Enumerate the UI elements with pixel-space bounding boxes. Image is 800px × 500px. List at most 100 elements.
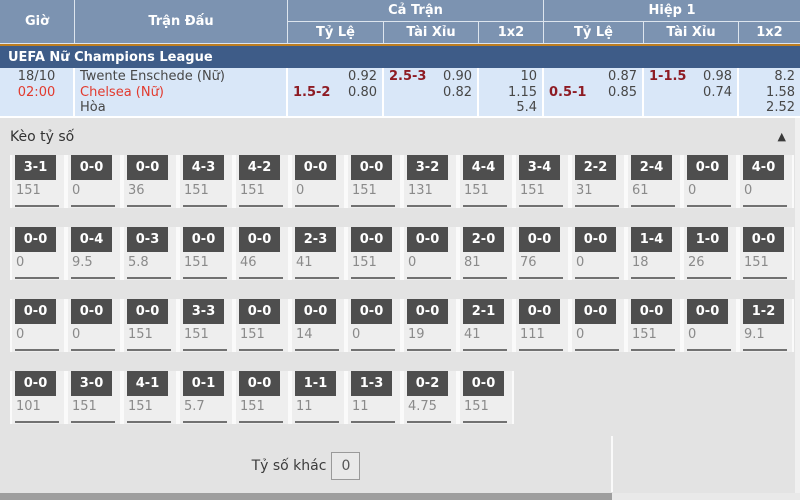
score-cell[interactable]: 4-1151	[122, 371, 178, 424]
full-handicap-home-odds[interactable]: 0.92	[348, 69, 377, 85]
score-cell[interactable]: 0-0151	[234, 371, 290, 424]
score-odds: 81	[460, 252, 512, 270]
score-cell[interactable]: 0-00	[10, 227, 66, 280]
score-cell[interactable]: 0-0151	[738, 227, 794, 280]
score-grid-row: 3-11510-000-0364-31514-21510-000-01513-2…	[10, 155, 800, 208]
score-cell[interactable]: 0-014	[290, 299, 346, 352]
score-cell[interactable]: 0-00	[290, 155, 346, 208]
full-handicap-away-odds[interactable]: 0.80	[348, 85, 377, 101]
score-odds: 76	[516, 252, 568, 270]
score-odds: 131	[404, 180, 456, 198]
score-odds: 0	[68, 324, 120, 342]
full-1x2-away[interactable]: 1.15	[484, 85, 537, 101]
score-odds: 0	[68, 180, 120, 198]
score-label: 0-0	[295, 299, 336, 324]
horizontal-scrollbar-thumb[interactable]	[0, 493, 612, 500]
score-label: 0-0	[743, 227, 784, 252]
score-underline	[71, 277, 115, 279]
score-cell[interactable]: 0-0151	[178, 227, 234, 280]
other-score-input[interactable]: 0	[331, 452, 360, 480]
full-1x2-draw[interactable]: 5.4	[484, 100, 537, 116]
score-cell[interactable]: 0-0151	[626, 299, 682, 352]
away-team[interactable]: Chelsea (Nữ)	[80, 85, 281, 101]
score-cell[interactable]: 0-0151	[458, 371, 514, 424]
score-cell[interactable]: 1-111	[290, 371, 346, 424]
match-row: 18/10 02:00 Twente Enschede (Nữ) Chelsea…	[0, 68, 800, 116]
score-cell[interactable]: 1-418	[626, 227, 682, 280]
full-under-odds[interactable]: 0.82	[443, 85, 472, 101]
half-handicap-home-odds[interactable]: 0.87	[608, 69, 637, 85]
score-cell[interactable]: 2-141	[458, 299, 514, 352]
score-cell[interactable]: 3-4151	[514, 155, 570, 208]
score-underline	[575, 277, 619, 279]
full-over-odds[interactable]: 0.90	[443, 69, 472, 85]
score-cell[interactable]: 1-311	[346, 371, 402, 424]
half-over-odds[interactable]: 0.98	[703, 69, 732, 85]
score-cell[interactable]: 0-15.7	[178, 371, 234, 424]
score-odds: 151	[180, 252, 232, 270]
score-cell[interactable]: 0-00	[682, 299, 738, 352]
score-underline	[463, 421, 507, 423]
half-1x2-cell: 8.2 1.58 2.52	[739, 68, 800, 116]
full-1x2-home[interactable]: 10	[484, 69, 537, 85]
score-underline	[631, 349, 675, 351]
score-cell[interactable]: 4-2151	[234, 155, 290, 208]
score-cell[interactable]: 0-0151	[346, 155, 402, 208]
score-odds: 9.5	[68, 252, 120, 270]
score-cell[interactable]: 0-076	[514, 227, 570, 280]
score-cell[interactable]: 0-00	[570, 227, 626, 280]
score-underline	[407, 205, 451, 207]
score-cell[interactable]: 0-0101	[10, 371, 66, 424]
score-cell[interactable]: 0-00	[570, 299, 626, 352]
home-team[interactable]: Twente Enschede (Nữ)	[80, 69, 281, 85]
score-underline	[295, 277, 339, 279]
score-cell[interactable]: 0-00	[66, 155, 122, 208]
score-cell[interactable]: 0-24.75	[402, 371, 458, 424]
score-cell[interactable]: 1-026	[682, 227, 738, 280]
score-underline	[239, 205, 283, 207]
half-handicap-away-odds[interactable]: 0.85	[608, 85, 637, 101]
score-cell[interactable]: 3-0151	[66, 371, 122, 424]
score-underline	[351, 277, 395, 279]
score-cell[interactable]: 0-036	[122, 155, 178, 208]
score-cell[interactable]: 0-49.5	[66, 227, 122, 280]
score-cell[interactable]: 0-00	[682, 155, 738, 208]
score-cell[interactable]: 2-461	[626, 155, 682, 208]
score-cell[interactable]: 4-00	[738, 155, 794, 208]
score-cell[interactable]: 0-35.8	[122, 227, 178, 280]
score-cell[interactable]: 2-231	[570, 155, 626, 208]
score-cell[interactable]: 0-0111	[514, 299, 570, 352]
half-1x2-draw[interactable]: 2.52	[744, 100, 795, 116]
league-name: UEFA Nữ Champions League	[8, 50, 213, 65]
score-cell[interactable]: 0-0151	[346, 227, 402, 280]
score-underline	[687, 349, 731, 351]
score-cell[interactable]: 0-0151	[234, 299, 290, 352]
score-cell[interactable]: 3-1151	[10, 155, 66, 208]
score-cell[interactable]: 0-046	[234, 227, 290, 280]
score-cell[interactable]: 3-3151	[178, 299, 234, 352]
vertical-scrollbar-track[interactable]	[795, 118, 800, 493]
horizontal-scrollbar-track[interactable]	[0, 493, 800, 500]
half-1x2-home[interactable]: 8.2	[744, 69, 795, 85]
score-cell[interactable]: 0-019	[402, 299, 458, 352]
score-underline	[743, 349, 787, 351]
score-cell[interactable]: 1-29.1	[738, 299, 794, 352]
score-odds: 4.75	[404, 396, 456, 414]
score-cell[interactable]: 0-00	[346, 299, 402, 352]
collapse-arrow-icon[interactable]: ▲	[778, 130, 786, 143]
score-cell[interactable]: 4-4151	[458, 155, 514, 208]
score-cell[interactable]: 0-00	[66, 299, 122, 352]
score-cell[interactable]: 2-081	[458, 227, 514, 280]
score-odds: 0	[572, 324, 624, 342]
score-cell[interactable]: 3-2131	[402, 155, 458, 208]
score-cell[interactable]: 0-00	[402, 227, 458, 280]
score-label: 0-0	[127, 155, 168, 180]
score-cell[interactable]: 0-00	[10, 299, 66, 352]
half-1x2-away[interactable]: 1.58	[744, 85, 795, 101]
score-cell[interactable]: 4-3151	[178, 155, 234, 208]
score-cell[interactable]: 2-341	[290, 227, 346, 280]
score-label: 0-0	[239, 299, 280, 324]
score-underline	[575, 349, 619, 351]
score-cell[interactable]: 0-0151	[122, 299, 178, 352]
half-under-odds[interactable]: 0.74	[703, 85, 732, 101]
